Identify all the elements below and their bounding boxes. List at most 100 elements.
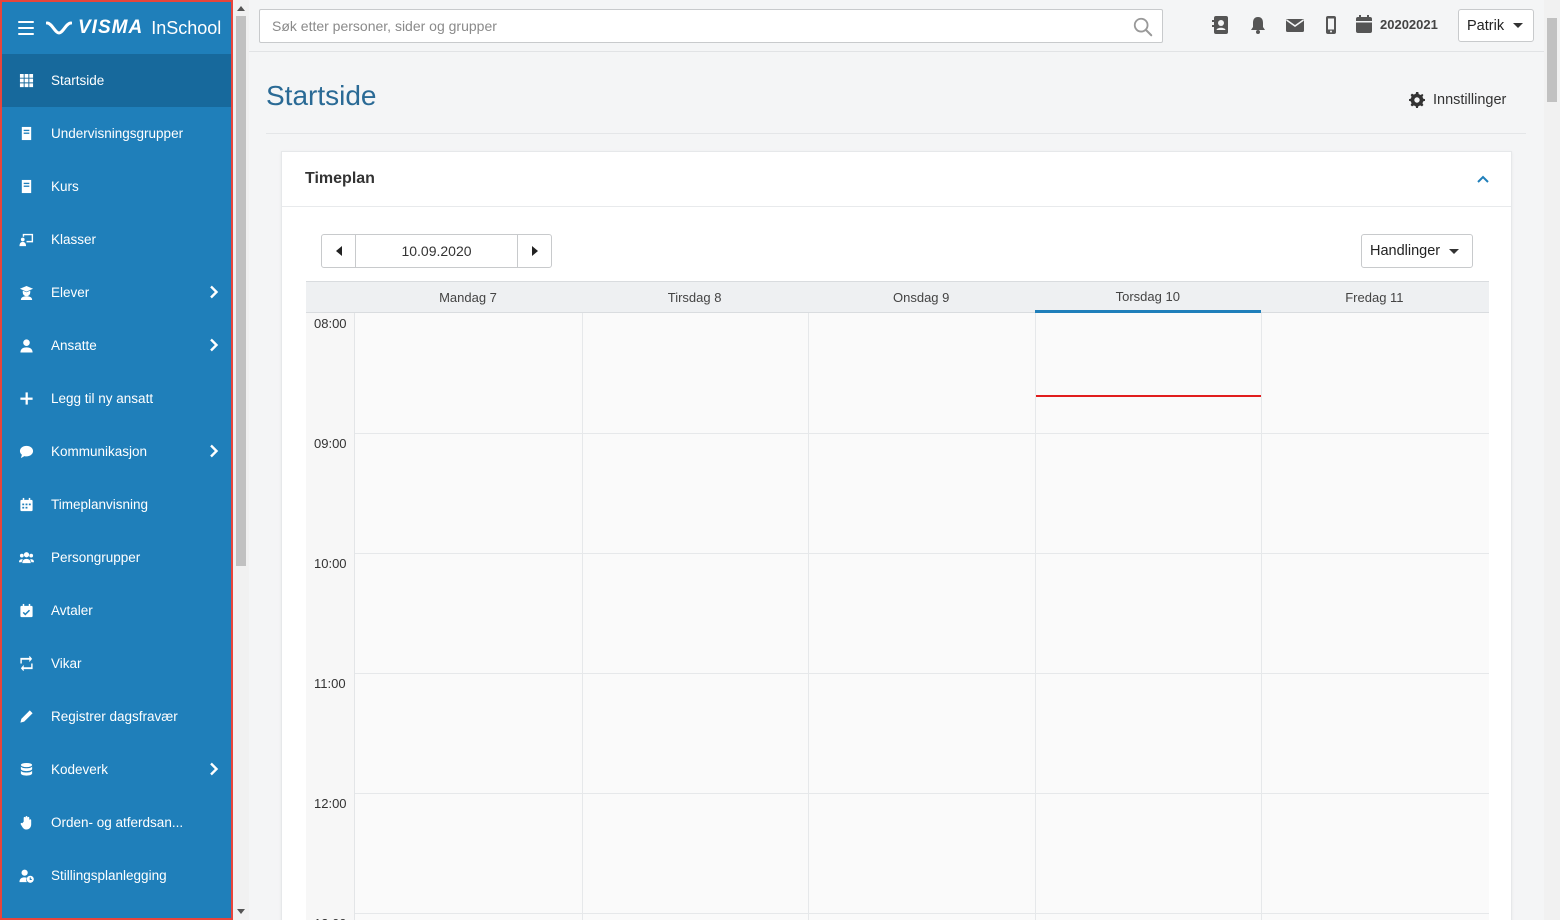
sidebar-item-vikar[interactable]: Vikar xyxy=(2,637,231,690)
sidebar-scroll-thumb[interactable] xyxy=(236,16,246,566)
search-input[interactable] xyxy=(260,10,1162,42)
sidebar-item-label: Kodeverk xyxy=(51,762,109,777)
sidebar-item-label: Timeplanvisning xyxy=(51,497,149,512)
pencil-icon xyxy=(17,708,35,726)
sidebar-item-persongrupper[interactable]: Persongrupper xyxy=(2,531,231,584)
menu-icon[interactable] xyxy=(18,21,34,35)
sidebar-item-kommunikasjon[interactable]: Kommunikasjon xyxy=(2,425,231,478)
sidebar-item-timeplanvisning[interactable]: Timeplanvisning xyxy=(2,478,231,531)
bell-icon[interactable] xyxy=(1248,15,1268,35)
gear-icon xyxy=(1409,92,1425,108)
sidebar-item-label: Stillingsplanlegging xyxy=(51,868,167,883)
day-column-divider xyxy=(581,313,583,920)
time-label: 12:00 xyxy=(314,796,347,811)
sidebar-item-label: Undervisningsgrupper xyxy=(51,126,184,141)
graduate-icon xyxy=(17,284,35,302)
header-divider xyxy=(266,133,1526,134)
sidebar-item-undervisningsgrupper[interactable]: Undervisningsgrupper xyxy=(2,107,231,160)
sidebar-item-ansatte[interactable]: Ansatte xyxy=(2,319,231,372)
school-year-label[interactable]: 20202021 xyxy=(1380,17,1438,32)
sidebar-item-label: Klasser xyxy=(51,232,97,247)
calendar-grid[interactable]: 08:00 09:00 10:00 11:00 12:00 13:00 xyxy=(306,313,1489,920)
calendar-icon[interactable] xyxy=(1354,14,1374,34)
hand-icon xyxy=(17,814,35,832)
book-icon xyxy=(17,178,35,196)
hour-divider xyxy=(355,913,1489,914)
time-column xyxy=(306,313,355,920)
sidebar-item-registrer-dagsfravær[interactable]: Registrer dagsfravær xyxy=(2,690,231,743)
sidebar-item-startside[interactable]: Startside xyxy=(2,54,231,107)
chevron-right-icon xyxy=(210,444,219,458)
timetable-card-header[interactable]: Timeplan xyxy=(282,152,1511,207)
main-scroll-thumb[interactable] xyxy=(1547,18,1557,102)
sidebar-item-orden-og-atferdsan[interactable]: Orden- og atferdsan... xyxy=(2,796,231,849)
search-box xyxy=(259,9,1163,43)
day-header: Mandag 7 xyxy=(439,290,497,305)
sidebar-item-label: Startside xyxy=(51,73,105,88)
sidebar-item-label: Elever xyxy=(51,285,90,300)
sidebar-item-label: Kurs xyxy=(51,179,79,194)
product-name: InSchool xyxy=(151,17,222,38)
visma-logo-icon xyxy=(46,21,72,35)
user-clock-icon xyxy=(17,867,35,885)
day-column-divider xyxy=(1034,313,1036,920)
sidebar-item-avtaler[interactable]: Avtaler xyxy=(2,584,231,637)
sidebar-item-label: Avtaler xyxy=(51,603,93,618)
time-label: 13:00 xyxy=(314,916,347,920)
calendar-check-icon xyxy=(17,602,35,620)
scroll-up-icon[interactable] xyxy=(237,6,245,11)
time-label: 10:00 xyxy=(314,556,347,571)
time-label: 11:00 xyxy=(314,676,346,691)
main-scrollbar[interactable] xyxy=(1544,0,1560,920)
sidebar-item-kurs[interactable]: Kurs xyxy=(2,160,231,213)
actions-dropdown[interactable]: Handlinger xyxy=(1361,234,1473,268)
scroll-down-icon[interactable] xyxy=(237,909,245,914)
sidebar-item-stillingsplanlegging[interactable]: Stillingsplanlegging xyxy=(2,849,231,902)
sidebar-item-elever[interactable]: Elever xyxy=(2,266,231,319)
sidebar-item-kodeverk[interactable]: Kodeverk xyxy=(2,743,231,796)
sidebar-item-klasser[interactable]: Klasser xyxy=(2,213,231,266)
day-header: Onsdag 9 xyxy=(893,290,950,305)
settings-label: Innstillinger xyxy=(1433,92,1507,108)
retweet-icon xyxy=(17,655,35,673)
current-date[interactable]: 10.09.2020 xyxy=(356,235,517,267)
search-icon[interactable] xyxy=(1132,16,1154,38)
plus-icon xyxy=(17,390,35,408)
mobile-icon[interactable] xyxy=(1321,15,1341,35)
brand-name: VISMA xyxy=(78,17,144,38)
week-calendar: Mandag 7 Tirsdag 8 Onsdag 9 Torsdag 10 Freda… xyxy=(306,281,1489,920)
timetable-card: Timeplan 10.09.2020 Handlinger Mandag 7 T… xyxy=(281,151,1512,920)
chevron-right-icon xyxy=(210,285,219,299)
page-title: Startside xyxy=(266,80,377,111)
sidebar-item-legg-til-ny-ansatt[interactable]: Legg til ny ansatt xyxy=(2,372,231,425)
sidebar-item-label: Kommunikasjon xyxy=(51,444,148,459)
hour-divider xyxy=(355,553,1489,554)
next-date-button[interactable] xyxy=(517,235,551,267)
chalkboard-teacher-icon xyxy=(17,231,35,249)
day-column-divider xyxy=(1261,313,1263,920)
sidebar-header: VISMA InSchool xyxy=(2,2,231,54)
caret-right-icon xyxy=(531,246,538,256)
sidebar-item-label: Legg til ny ansatt xyxy=(51,391,154,406)
caret-down-icon xyxy=(1513,23,1524,28)
chevron-right-icon xyxy=(210,762,219,776)
current-time-indicator xyxy=(1036,395,1261,397)
previous-date-button[interactable] xyxy=(322,235,356,267)
timetable-title: Timeplan xyxy=(305,170,375,187)
chevron-up-icon[interactable] xyxy=(1477,174,1489,184)
user-menu-button[interactable]: Patrik xyxy=(1458,9,1534,42)
database-icon xyxy=(17,761,35,779)
actions-label: Handlinger xyxy=(1370,243,1441,259)
chevron-right-icon xyxy=(210,338,219,352)
comment-icon xyxy=(17,443,35,461)
contact-card-icon[interactable] xyxy=(1211,15,1231,35)
hour-divider xyxy=(355,673,1489,674)
day-header: Torsdag 10 xyxy=(1034,282,1261,313)
caret-left-icon xyxy=(335,246,342,256)
sidebar-item-label: Orden- og atferdsan... xyxy=(51,815,184,830)
calendar-day-header: Mandag 7 Tirsdag 8 Onsdag 9 Torsdag 10 Freda… xyxy=(306,281,1489,313)
settings-button[interactable]: Innstillinger xyxy=(1409,92,1506,108)
envelope-icon[interactable] xyxy=(1285,15,1305,35)
sidebar-scrollbar[interactable] xyxy=(233,0,249,920)
app-logo[interactable]: VISMA InSchool xyxy=(46,17,221,39)
